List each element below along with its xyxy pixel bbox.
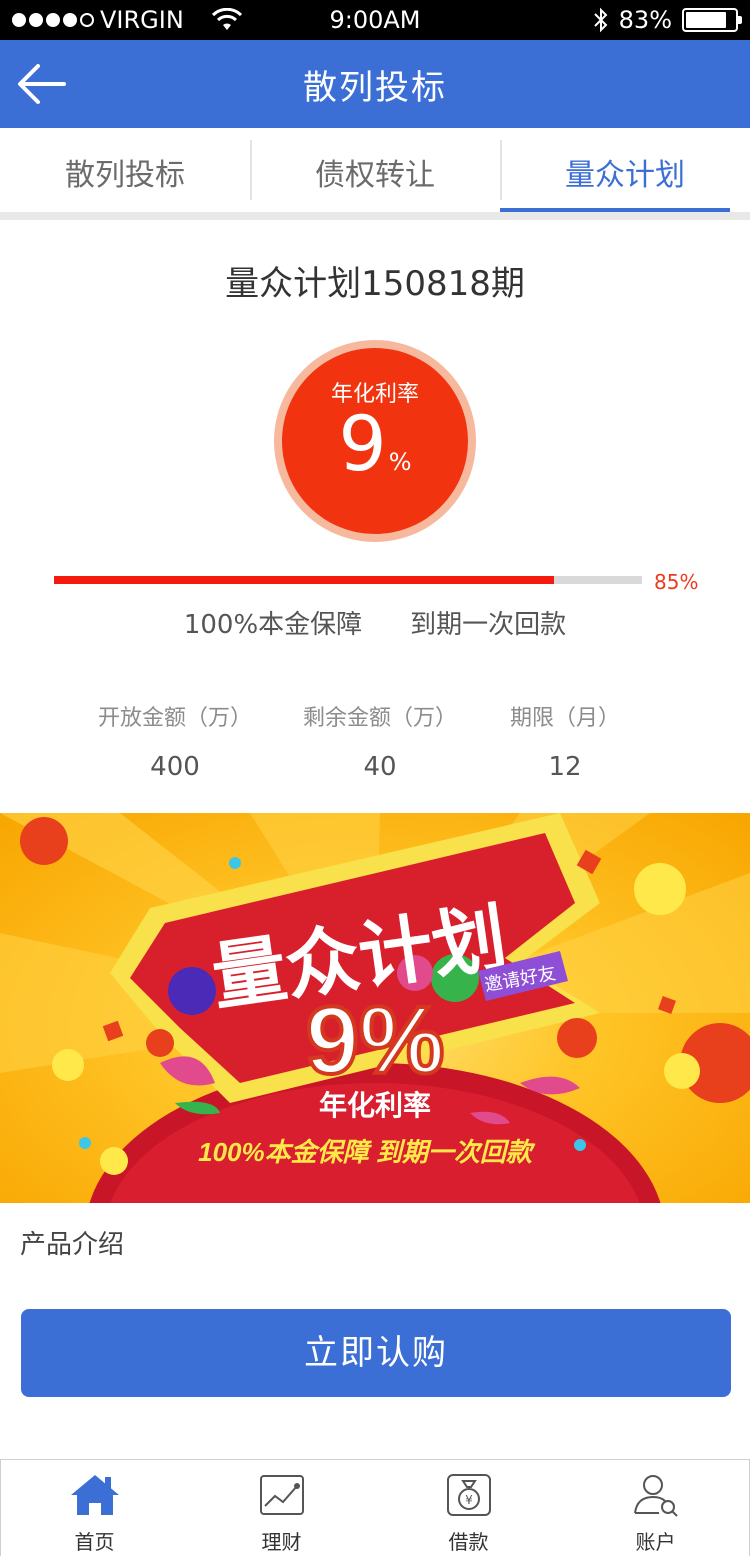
plan-stats: 开放金额（万） 400 剩余金额（万） 40 期限（月） 12 (70, 700, 650, 782)
tab-divider (0, 212, 750, 220)
tab-liangzhong-plan[interactable]: 量众计划 (500, 128, 750, 214)
nav-finance[interactable]: 理财 (188, 1460, 375, 1556)
user-search-icon (633, 1475, 678, 1517)
navigation-bar: 散列投标 (0, 40, 750, 128)
product-intro-label[interactable]: 产品介绍 (20, 1224, 124, 1261)
funding-progress-label: 85% (654, 570, 699, 594)
nav-account[interactable]: 账户 (562, 1460, 749, 1556)
promo-slogan: 100%本金保障 到期一次回款 (198, 1137, 536, 1167)
chart-icon (259, 1475, 304, 1515)
rate-value: 9% (338, 399, 412, 488)
stat-term: 期限（月） 12 (509, 706, 620, 782)
rate-badge: 年化利率 9% (274, 340, 476, 542)
nav-account-label: 账户 (635, 1530, 676, 1554)
svg-text:¥: ¥ (465, 1493, 473, 1507)
promo-rate-label: 年化利率 (319, 1089, 431, 1121)
funding-progress-fill (54, 576, 554, 584)
subscribe-button[interactable]: 立即认购 (21, 1309, 731, 1397)
promo-rate: 9% (306, 987, 445, 1094)
plan-title: 量众计划150818期 (225, 264, 525, 304)
money-bag-icon: ¥ (446, 1474, 491, 1516)
tab-debt-transfer[interactable]: 债权转让 (250, 128, 500, 214)
nav-borrow-label: 借款 (448, 1530, 489, 1554)
nav-borrow[interactable]: ¥ 借款 (375, 1460, 562, 1556)
home-icon (70, 1475, 119, 1515)
battery-percentage: 83% (618, 6, 672, 34)
repayment-term: 到期一次回款 (410, 610, 567, 640)
guarantee-row: 100%本金保障 到期一次回款 (0, 604, 750, 641)
rate-unit: % (388, 448, 412, 476)
funding-progress-bar (54, 576, 642, 584)
nav-home-label: 首页 (74, 1530, 115, 1554)
battery-icon (682, 8, 742, 32)
status-bar: VIRGIN 9:00AM 83% (0, 0, 750, 40)
principal-guarantee: 100%本金保障 (183, 610, 363, 640)
stat-remaining-amount: 剩余金额（万） 40 (302, 706, 457, 782)
promo-banner[interactable]: 量众计划 9% 年化利率 100%本金保障 到期一次回款 邀请好友 (0, 813, 750, 1203)
bottom-navigation: 首页 理财 ¥ 借款 账户 (0, 1459, 750, 1556)
stat-open-amount: 开放金额（万） 400 (97, 706, 252, 782)
promo-banner-art: 量众计划 9% 年化利率 100%本金保障 到期一次回款 邀请好友 (0, 813, 750, 1203)
tab-scattered-bidding[interactable]: 散列投标 (0, 128, 250, 214)
tab-bar: 散列投标 债权转让 量众计划 (0, 128, 750, 214)
nav-home[interactable]: 首页 (1, 1460, 188, 1556)
nav-finance-label: 理财 (261, 1530, 302, 1554)
page-title: 散列投标 (303, 68, 447, 108)
bluetooth-icon (593, 7, 608, 33)
